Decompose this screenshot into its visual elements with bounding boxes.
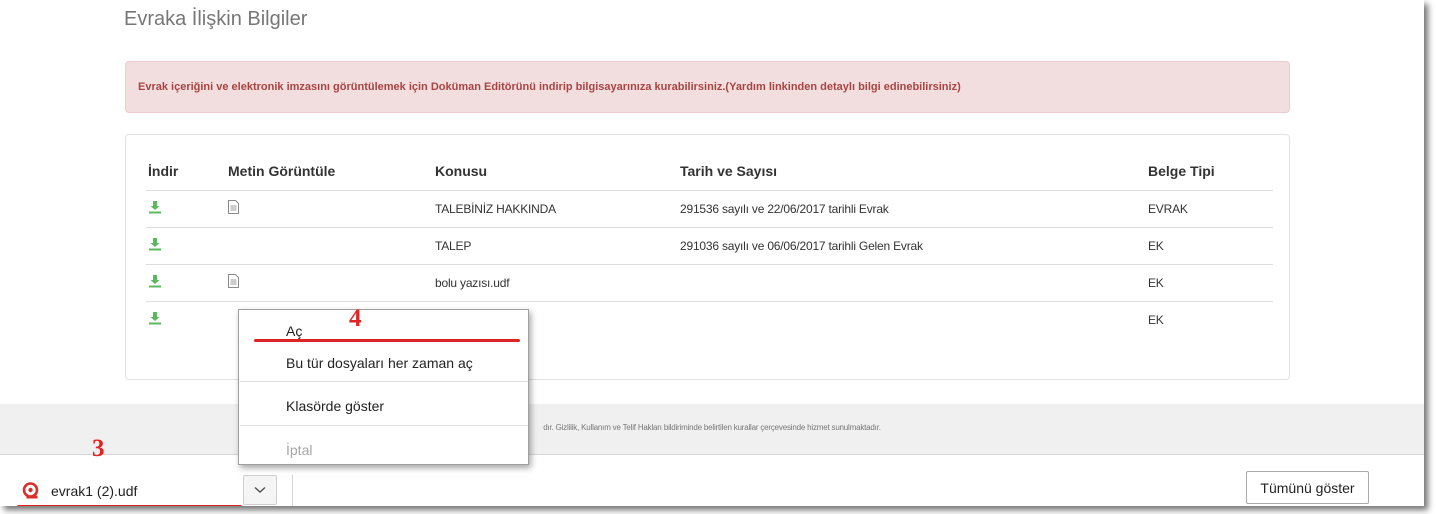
- menu-divider: [240, 425, 528, 426]
- download-bar: evrak1 (2).udf Tümünü göster: [0, 454, 1424, 506]
- download-cell: [146, 190, 228, 228]
- download-icon[interactable]: [148, 200, 162, 214]
- belge-tipi-cell: EK: [1148, 264, 1273, 302]
- download-file-name: evrak1 (2).udf: [51, 483, 138, 499]
- header-metin-goruntule: Metin Görüntüle: [228, 153, 435, 191]
- belge-tipi-cell: EVRAK: [1148, 190, 1273, 228]
- table-row: TALEBİNİZ HAKKINDA 291536 sayılı ve 22/0…: [146, 190, 1273, 228]
- header-indir: İndir: [146, 153, 228, 191]
- konu-cell: TALEBİNİZ HAKKINDA: [435, 190, 680, 228]
- chevron-down-icon: [254, 486, 266, 494]
- table-row: TALEP 291036 sayılı ve 06/06/2017 tarihl…: [146, 227, 1273, 265]
- file-text-icon[interactable]: [228, 274, 239, 288]
- text-view-cell: [228, 227, 435, 265]
- konu-cell: TALEP: [435, 227, 680, 265]
- annotation-underline-open: [254, 339, 520, 342]
- menu-item-show-in-folder[interactable]: Klasörde göster: [239, 394, 528, 418]
- tarih-cell: 291036 sayılı ve 06/06/2017 tarihli Gele…: [680, 227, 1148, 265]
- footer-text: dır. Gizlilik, Kullanım ve Telif Hakları…: [543, 423, 881, 432]
- konu-cell: bolu yazısı.udf: [435, 264, 680, 302]
- table-row: bolu yazısı.udf EK: [146, 264, 1273, 302]
- download-cell: [146, 264, 228, 302]
- annotation-step-3: 3: [92, 435, 105, 462]
- header-tarih-ve-sayisi: Tarih ve Sayısı: [680, 153, 1148, 191]
- menu-divider: [240, 381, 528, 382]
- section-title: Evraka İlişkin Bilgiler: [124, 8, 308, 30]
- tarih-cell: [680, 301, 1148, 338]
- download-cell: [146, 301, 228, 338]
- download-icon[interactable]: [148, 311, 162, 325]
- belge-tipi-cell: EK: [1148, 227, 1273, 265]
- menu-item-cancel: İptal: [286, 442, 313, 458]
- tarih-cell: 291536 sayılı ve 22/06/2017 tarihli Evra…: [680, 190, 1148, 228]
- page-footer: dır. Gizlilik, Kullanım ve Telif Hakları…: [0, 404, 1424, 454]
- menu-item-always-open[interactable]: Bu tür dosyaları her zaman aç: [239, 351, 528, 375]
- header-belge-tipi: Belge Tipi: [1148, 153, 1273, 191]
- header-konusu: Konusu: [435, 153, 680, 191]
- tarih-cell: [680, 264, 1148, 302]
- file-text-icon[interactable]: [228, 200, 239, 214]
- show-all-button[interactable]: Tümünü göster: [1246, 471, 1369, 504]
- annotation-underline-file: [17, 505, 242, 506]
- browser-page: Evraka İlişkin Bilgiler Evrak içeriğini …: [0, 0, 1424, 506]
- download-context-menu: Aç Bu tür dosyaları her zaman aç Klasörd…: [238, 309, 529, 465]
- text-view-cell: [228, 264, 435, 302]
- download-options-button[interactable]: [243, 475, 277, 505]
- text-view-cell: [228, 190, 435, 228]
- download-item[interactable]: evrak1 (2).udf: [22, 479, 137, 503]
- annotation-step-4: 4: [349, 305, 362, 332]
- belge-tipi-cell: EK: [1148, 312, 1164, 327]
- download-icon[interactable]: [148, 237, 162, 251]
- download-icon[interactable]: [148, 274, 162, 288]
- udf-file-icon: [22, 482, 39, 499]
- table-header-row: İndir Metin Görüntüle Konusu Tarih ve Sa…: [146, 153, 1273, 191]
- info-alert: Evrak içeriğini ve elektronik imzasını g…: [125, 61, 1290, 113]
- download-cell: [146, 227, 228, 265]
- download-bar-divider: [292, 475, 293, 506]
